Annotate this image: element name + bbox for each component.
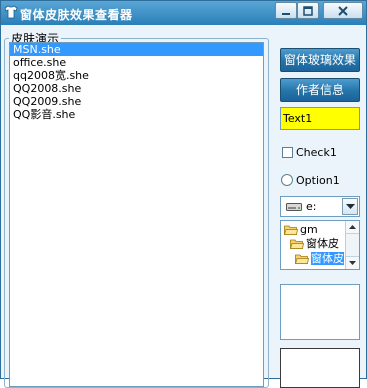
option1-label[interactable]: Option1 <box>296 174 340 187</box>
chevron-down-icon <box>346 204 355 209</box>
folder-open-icon <box>295 254 309 264</box>
directory-scrollbar[interactable] <box>345 221 359 269</box>
arrow-down-icon <box>349 261 356 265</box>
folder-open-icon <box>284 225 298 235</box>
option1-radio[interactable] <box>281 174 293 186</box>
maximize-button[interactable] <box>297 2 319 19</box>
skin-list-item[interactable]: office.she <box>10 56 263 69</box>
file-list[interactable] <box>280 284 360 340</box>
window-title: 窗体皮肤效果查看器 <box>20 8 133 22</box>
arrow-up-icon <box>349 225 356 229</box>
title-bar[interactable]: 窗体皮肤效果查看器 <box>1 1 366 25</box>
main-window: 窗体皮肤效果查看器 皮肤演示 MSN.she office.she qq2008宽.… <box>0 0 367 388</box>
skin-list-item[interactable]: MSN.she <box>10 43 263 56</box>
drive-dropdown-button[interactable] <box>342 198 358 215</box>
directory-list[interactable]: gm 窗体皮 窗体皮 <box>280 220 360 270</box>
skin-list-item[interactable]: qq2008宽.she <box>10 69 263 82</box>
dir-item-skin-folder[interactable]: 窗体皮 <box>290 237 339 251</box>
close-icon <box>338 6 348 16</box>
text1-input[interactable]: Text1 <box>280 107 360 130</box>
check1-label[interactable]: Check1 <box>296 146 337 159</box>
shirt-icon <box>4 5 18 19</box>
close-button[interactable] <box>323 2 363 19</box>
folder-open-icon <box>290 239 304 249</box>
maximize-icon <box>303 6 313 16</box>
scroll-up-button[interactable] <box>346 221 359 234</box>
skin-list-item[interactable]: QQ影音.she <box>10 108 263 121</box>
skin-list-item[interactable]: QQ2009.she <box>10 95 263 108</box>
dir-item-skin-folder-selected[interactable]: 窗体皮 <box>295 252 344 266</box>
dir-item-gm[interactable]: gm <box>284 223 318 237</box>
minimize-icon <box>282 13 290 15</box>
skin-list-item[interactable]: QQ2008.she <box>10 82 263 95</box>
author-info-button[interactable]: 作者信息 <box>280 78 360 102</box>
drive-value: e: <box>306 200 317 213</box>
skin-listbox[interactable]: MSN.she office.she qq2008宽.she QQ2008.she QQ… <box>9 42 264 387</box>
drive-icon <box>286 203 302 211</box>
check1-checkbox[interactable] <box>282 147 293 158</box>
minimize-button[interactable] <box>275 2 297 19</box>
glass-effect-button[interactable]: 窗体玻璃效果 <box>280 48 360 72</box>
picture-box <box>280 348 360 388</box>
scroll-down-button[interactable] <box>346 256 359 269</box>
drive-select[interactable]: e: <box>280 196 360 217</box>
